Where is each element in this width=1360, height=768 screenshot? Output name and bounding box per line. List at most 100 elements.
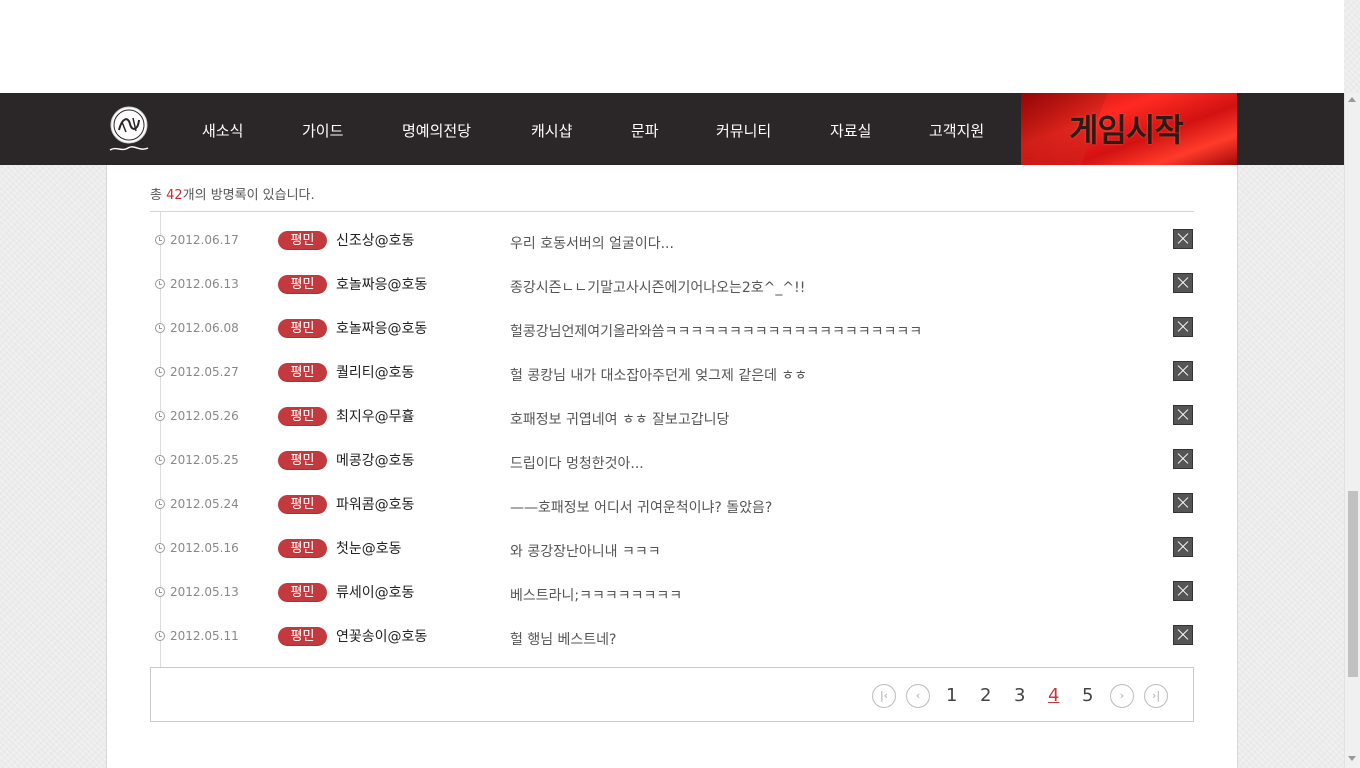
rank-badge: 평민 [278, 583, 327, 602]
guestbook-entry: 2012.06.08 평민 호놀짜응@호동 헐콩강님언제여기올라와씀ㅋㅋㅋㅋㅋㅋ… [150, 314, 1194, 358]
next-page-icon[interactable]: › [1110, 684, 1134, 708]
rank-badge: 평민 [278, 319, 327, 338]
entry-author[interactable]: 신조상@호동 [336, 230, 414, 250]
entry-message: 헐 행님 베스트네? [510, 632, 617, 648]
rank-badge: 평민 [278, 451, 327, 470]
page-2[interactable]: 2 [980, 685, 991, 706]
delete-icon[interactable] [1173, 361, 1193, 381]
entry-date: 2012.05.24 [170, 497, 239, 511]
total-suffix: 개의 방명록이 있습니다. [182, 188, 315, 203]
pagination: |‹ ‹ 1 2 3 4 5 › ›| [150, 667, 1194, 722]
entry-date: 2012.05.25 [170, 453, 239, 467]
scroll-up-icon[interactable] [1348, 97, 1356, 102]
divider [150, 211, 1194, 212]
prev-page-icon[interactable]: ‹ [906, 684, 930, 708]
rank-badge: 평민 [278, 495, 327, 514]
guestbook-entry: 2012.05.16 평민 첫눈@호동 와 콩강장난아니내 ㅋㅋㅋ [150, 534, 1194, 578]
entry-author[interactable]: 퀄리티@호동 [336, 362, 414, 382]
clock-icon [155, 499, 165, 509]
entry-message: 종강시즌ㄴㄴ기말고사시즌에기어나오는2호^_^!! [510, 280, 806, 296]
top-blank-area [0, 0, 1344, 93]
clock-icon [155, 367, 165, 377]
entry-message: 와 콩강장난아니내 ㅋㅋㅋ [510, 544, 661, 560]
clock-icon [155, 235, 165, 245]
delete-icon[interactable] [1173, 273, 1193, 293]
guestbook-entry: 2012.06.13 평민 호놀짜응@호동 종강시즌ㄴㄴ기말고사시즌에기어나오는… [150, 270, 1194, 314]
delete-icon[interactable] [1173, 317, 1193, 337]
clock-icon [155, 411, 165, 421]
clock-icon [155, 543, 165, 553]
entry-author[interactable]: 연꽃송이@호동 [336, 626, 427, 646]
entry-date: 2012.06.17 [170, 233, 239, 247]
entry-message: ——호패정보 어디서 귀여운척이냐? 돌았음? [510, 500, 773, 516]
nav-item-news[interactable]: 새소식 [202, 93, 243, 165]
first-page-icon[interactable]: |‹ [872, 684, 896, 708]
entry-author[interactable]: 첫눈@호동 [336, 538, 402, 558]
clock-icon [155, 279, 165, 289]
delete-icon[interactable] [1173, 229, 1193, 249]
total-count: 42 [166, 188, 183, 203]
entry-author[interactable]: 최지우@무휼 [336, 406, 414, 426]
nav-item-clan[interactable]: 문파 [631, 93, 659, 165]
rank-badge: 평민 [278, 539, 327, 558]
rank-badge: 평민 [278, 231, 327, 250]
entry-author[interactable]: 파워콤@호동 [336, 494, 414, 514]
guestbook-total: 총 42개의 방명록이 있습니다. [150, 184, 315, 203]
guestbook-entry: 2012.05.27 평민 퀄리티@호동 헐 콩캉님 내가 대소잡아주던게 엊그… [150, 358, 1194, 402]
entry-message: 드립이다 멍청한것아... [510, 456, 644, 472]
nav-item-guide[interactable]: 가이드 [302, 93, 343, 165]
guestbook-entry: 2012.06.17 평민 신조상@호동 우리 호동서버의 얼굴이다... [150, 226, 1194, 270]
clock-icon [155, 455, 165, 465]
rank-badge: 평민 [278, 275, 327, 294]
entry-author[interactable]: 호놀짜응@호동 [336, 274, 427, 294]
nav-item-cash-shop[interactable]: 캐시샵 [531, 93, 572, 165]
page-5[interactable]: 5 [1082, 685, 1093, 706]
entry-message: 베스트라니;ㅋㅋㅋㅋㅋㅋㅋㅋ [510, 588, 683, 604]
site-logo[interactable] [106, 104, 152, 154]
guestbook-entry: 2012.05.26 평민 최지우@무휼 호패정보 귀엽네여 ㅎㅎ 잘보고갑니당 [150, 402, 1194, 446]
nav-item-support[interactable]: 고객지원 [929, 93, 984, 165]
guestbook-entry: 2012.05.24 평민 파워콤@호동 ——호패정보 어디서 귀여운척이냐? … [150, 490, 1194, 534]
last-page-icon[interactable]: ›| [1144, 684, 1168, 708]
entry-message: 헐콩강님언제여기올라와씀ㅋㅋㅋㅋㅋㅋㅋㅋㅋㅋㅋㅋㅋㅋㅋㅋㅋㅋㅋㅋ [510, 324, 923, 340]
guestbook-entry: 2012.05.11 평민 연꽃송이@호동 헐 행님 베스트네? [150, 622, 1194, 666]
entry-message: 호패정보 귀엽네여 ㅎㅎ 잘보고갑니당 [510, 412, 730, 428]
page-4-current[interactable]: 4 [1048, 685, 1059, 706]
delete-icon[interactable] [1173, 537, 1193, 557]
scroll-down-icon[interactable] [1348, 756, 1356, 761]
rank-badge: 평민 [278, 363, 327, 382]
delete-icon[interactable] [1173, 581, 1193, 601]
entry-message: 헐 콩캉님 내가 대소잡아주던게 엊그제 같은데 ㅎㅎ [510, 368, 808, 384]
rank-badge: 평민 [278, 627, 327, 646]
nav-item-hall-of-fame[interactable]: 명예의전당 [402, 93, 471, 165]
entry-date: 2012.06.08 [170, 321, 239, 335]
rank-badge: 평민 [278, 407, 327, 426]
page-1[interactable]: 1 [946, 685, 957, 706]
page-3[interactable]: 3 [1014, 685, 1025, 706]
delete-icon[interactable] [1173, 625, 1193, 645]
entry-date: 2012.06.13 [170, 277, 239, 291]
entry-date: 2012.05.16 [170, 541, 239, 555]
entry-date: 2012.05.26 [170, 409, 239, 423]
entry-date: 2012.05.11 [170, 629, 239, 643]
game-start-button[interactable]: 게임시작 [1021, 93, 1237, 165]
delete-icon[interactable] [1173, 449, 1193, 469]
clock-icon [155, 631, 165, 641]
guestbook-entry: 2012.05.25 평민 메콩강@호동 드립이다 멍청한것아... [150, 446, 1194, 490]
delete-icon[interactable] [1173, 493, 1193, 513]
delete-icon[interactable] [1173, 405, 1193, 425]
entry-message: 우리 호동서버의 얼굴이다... [510, 236, 674, 252]
scroll-thumb[interactable] [1348, 491, 1358, 677]
total-prefix: 총 [150, 188, 167, 203]
entry-date: 2012.05.27 [170, 365, 239, 379]
entry-author[interactable]: 류세이@호동 [336, 582, 414, 602]
entry-author[interactable]: 호놀짜응@호동 [336, 318, 427, 338]
entry-author[interactable]: 메콩강@호동 [336, 450, 414, 470]
nav-item-community[interactable]: 커뮤니티 [716, 93, 771, 165]
game-start-label: 게임시작 [1069, 111, 1184, 149]
guestbook-entry: 2012.05.13 평민 류세이@호동 베스트라니;ㅋㅋㅋㅋㅋㅋㅋㅋ [150, 578, 1194, 622]
nav-item-downloads[interactable]: 자료실 [830, 93, 871, 165]
entry-date: 2012.05.13 [170, 585, 239, 599]
vertical-scrollbar[interactable] [1344, 93, 1360, 768]
clock-icon [155, 587, 165, 597]
